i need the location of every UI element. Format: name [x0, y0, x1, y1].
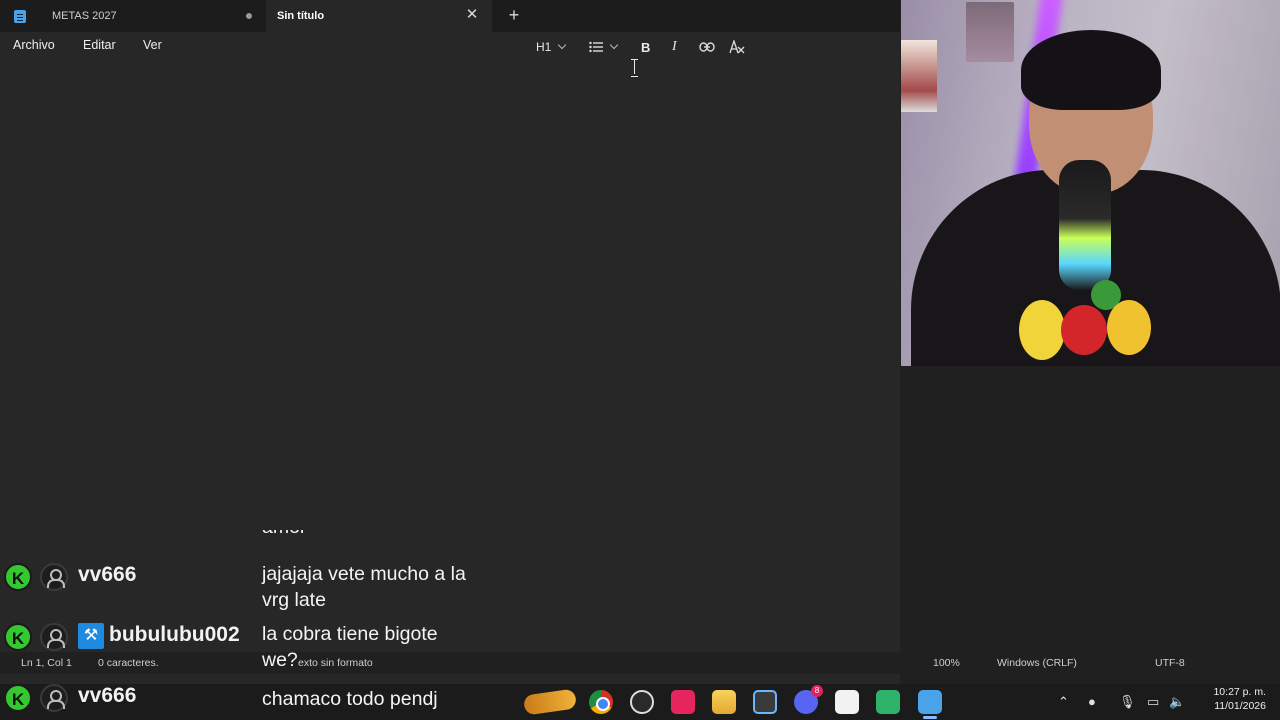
unsaved-dot-icon	[246, 13, 252, 19]
kick-badge-icon: K	[4, 684, 32, 712]
close-tab-icon[interactable]: ✕	[464, 7, 480, 23]
menu-bar: Archivo Editar Ver H1 B I	[0, 32, 900, 60]
clock-time: 10:27 p. m.	[1213, 686, 1266, 698]
notepad-icon[interactable]	[918, 690, 942, 714]
clock-date: 11/01/2026	[1214, 700, 1266, 712]
notepad-doc-icon	[14, 9, 26, 23]
status-bar: Ln 1, Col 1 0 caracteres. exto sin forma…	[0, 652, 1280, 674]
chevron-down-icon	[558, 40, 567, 50]
webcam-feed	[901, 0, 1280, 366]
volume-icon[interactable]: 🔈	[1169, 694, 1185, 710]
kick-badge-icon: K	[4, 623, 32, 651]
chat-message-line: we?	[262, 649, 298, 671]
text-format[interactable]: exto sin formato	[298, 657, 373, 669]
chat-message-line: vrg late	[262, 589, 326, 611]
windows-taskbar: ⌃ ● 🎙 ▭ 🔈 10:27 p. m. 11/01/2026	[0, 684, 1280, 720]
character-count: 0 caracteres.	[98, 657, 159, 669]
chat-message-line: jajajaja vete mucho a la	[262, 563, 466, 585]
chat-username: bubulubu002	[109, 623, 240, 646]
heading-label: H1	[536, 40, 552, 54]
italic-icon: I	[672, 39, 677, 54]
user-badge-icon	[40, 563, 68, 591]
file-explorer-icon[interactable]	[712, 690, 736, 714]
microphone-icon[interactable]: 🎙	[1119, 694, 1136, 710]
menu-archivo[interactable]: Archivo	[13, 38, 55, 52]
chrome-icon[interactable]	[589, 690, 613, 714]
tab-metas-2027[interactable]: METAS 2027	[0, 0, 266, 32]
chat-message-cut: amor	[262, 530, 322, 550]
line-ending[interactable]: Windows (CRLF)	[997, 657, 1077, 669]
microphone	[1059, 160, 1111, 290]
bulleted-list-icon	[589, 41, 603, 53]
clear-formatting-icon	[729, 40, 745, 54]
link-icon	[699, 42, 715, 52]
chevron-down-icon	[609, 40, 619, 50]
system-clock[interactable]: 10:27 p. m. 11/01/2026	[1196, 685, 1266, 713]
hoodie-logo	[1107, 300, 1151, 355]
encoding[interactable]: UTF-8	[1155, 657, 1185, 669]
tab-sin-titulo[interactable]: Sin título ✕	[266, 0, 492, 32]
chat-message-line: chamaco todo pendj	[262, 688, 438, 710]
network-icon[interactable]: ▭	[1147, 694, 1159, 710]
kick-badge-icon: K	[4, 563, 32, 591]
list-dropdown[interactable]	[589, 37, 619, 57]
link-button[interactable]	[699, 37, 715, 57]
active-app-indicator	[923, 716, 937, 719]
wall-poster	[966, 2, 1014, 62]
tray-app-icon[interactable]: ●	[1088, 694, 1096, 709]
menu-editar[interactable]: Editar	[83, 38, 116, 52]
chevron-up-icon[interactable]: ⌃	[1058, 694, 1069, 710]
user-badge-icon	[40, 684, 68, 712]
streamer-hair	[1021, 30, 1161, 110]
store-icon[interactable]	[753, 690, 777, 714]
cursor-position: Ln 1, Col 1	[21, 657, 72, 669]
hoodie-logo	[1061, 305, 1107, 355]
chat-username: vv666	[78, 563, 137, 586]
tab-label: METAS 2027	[52, 10, 117, 22]
chat-username: vv666	[78, 684, 137, 707]
bold-button[interactable]: B	[641, 37, 650, 57]
clear-formatting-button[interactable]	[729, 37, 745, 57]
ticket-icon[interactable]	[522, 688, 578, 716]
hammer-badge-icon: ⚒	[78, 623, 104, 649]
discord-notification-badge: 8	[811, 685, 823, 697]
tiktok-icon[interactable]	[671, 690, 695, 714]
zoom-level[interactable]: 100%	[933, 657, 960, 669]
new-tab-button[interactable]: +	[504, 5, 524, 25]
obs-icon[interactable]	[630, 690, 654, 714]
heading-dropdown[interactable]: H1	[536, 37, 567, 57]
tab-label: Sin título	[277, 10, 325, 22]
text-cursor-icon	[631, 59, 639, 77]
tab-bar: METAS 2027 Sin título ✕ +	[0, 0, 900, 32]
capcut-icon[interactable]	[835, 690, 859, 714]
menu-ver[interactable]: Ver	[143, 38, 162, 52]
italic-button[interactable]: I	[672, 37, 677, 57]
hoodie-logo	[1019, 300, 1065, 360]
user-badge-icon	[40, 623, 68, 651]
snipping-tool-icon[interactable]	[876, 690, 900, 714]
wall-poster	[901, 40, 937, 112]
bold-icon: B	[641, 39, 651, 55]
chat-message-line: la cobra tiene bigote	[262, 623, 438, 645]
